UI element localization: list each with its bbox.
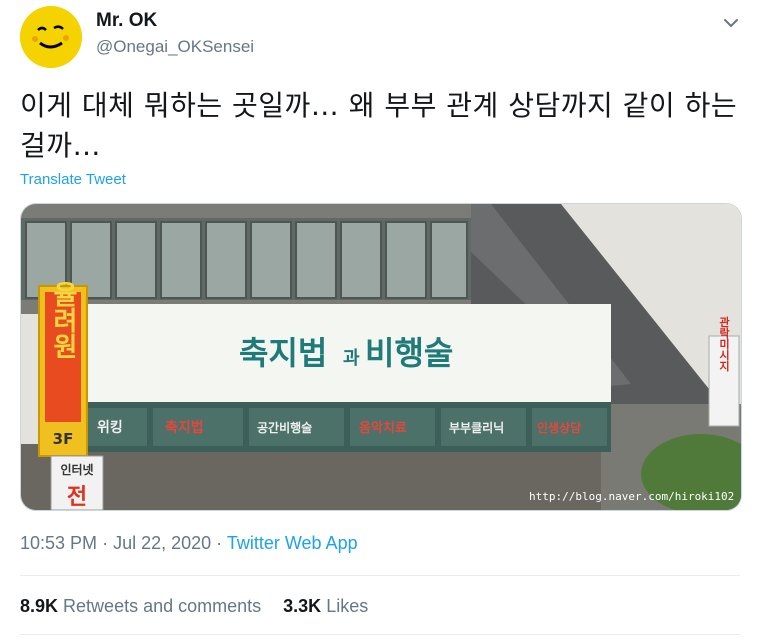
divider: [20, 634, 740, 635]
vertical-sign-left: 율려원: [48, 281, 78, 359]
internet-sign: 인터넷: [60, 462, 93, 477]
author-name[interactable]: Mr. OK: [96, 10, 157, 32]
tweet-source-link[interactable]: Twitter Web App: [227, 533, 358, 553]
retweets-stat[interactable]: 8.9K Retweets and comments: [20, 596, 261, 617]
meta-separator-1: ·: [102, 533, 109, 553]
main-sign-part3: 비행술: [365, 334, 453, 372]
likes-count: 3.3K: [283, 596, 322, 616]
main-sign-part1: 축지법: [239, 334, 327, 372]
panel-5: 부부클리닉: [449, 420, 504, 435]
tweet-stats: 8.9K Retweets and comments 3.3K Likes: [20, 596, 368, 617]
tweet-date[interactable]: Jul 22, 2020: [113, 533, 211, 553]
retweets-count: 8.9K: [20, 596, 59, 616]
panel-6: 인생상담: [537, 420, 581, 435]
tweet-text: 이게 대체 뭐하는 곳일까… 왜 부부 관계 상담까지 같이 하는 걸까…: [20, 89, 738, 162]
panel-4: 음악치료: [359, 420, 407, 436]
panel-1: 위킹: [97, 419, 123, 436]
floor-label: 3F: [53, 430, 74, 448]
main-sign-part2: 과: [343, 348, 360, 369]
translate-tweet-link[interactable]: Translate Tweet: [20, 171, 126, 188]
right-sign: 관락미시지: [718, 315, 731, 372]
retweets-label: Retweets and comments: [63, 596, 262, 616]
bottom-sign: 전: [67, 485, 87, 510]
tweet-photo[interactable]: 축지법 과 비행술 위킹 축지법 공간비행술 음악치료 부부클리닉 인생상담 율…: [20, 203, 742, 511]
panel-3: 공간비행술: [257, 420, 312, 435]
avatar-smiley-icon: [20, 6, 82, 68]
author-handle[interactable]: @Onegai_OKSensei: [96, 37, 254, 57]
likes-stat[interactable]: 3.3K Likes: [283, 596, 368, 617]
tweet-meta: 10:53 PM · Jul 22, 2020 · Twitter Web Ap…: [20, 533, 358, 554]
avatar[interactable]: [20, 6, 82, 68]
tweet-time[interactable]: 10:53 PM: [20, 533, 97, 553]
divider: [20, 575, 740, 576]
panel-2: 축지법: [165, 420, 204, 436]
chevron-down-icon[interactable]: [720, 12, 742, 34]
watermark: http://blog.naver.com/hiroki102: [529, 490, 734, 503]
likes-label: Likes: [326, 596, 369, 616]
meta-separator-2: ·: [216, 533, 223, 553]
